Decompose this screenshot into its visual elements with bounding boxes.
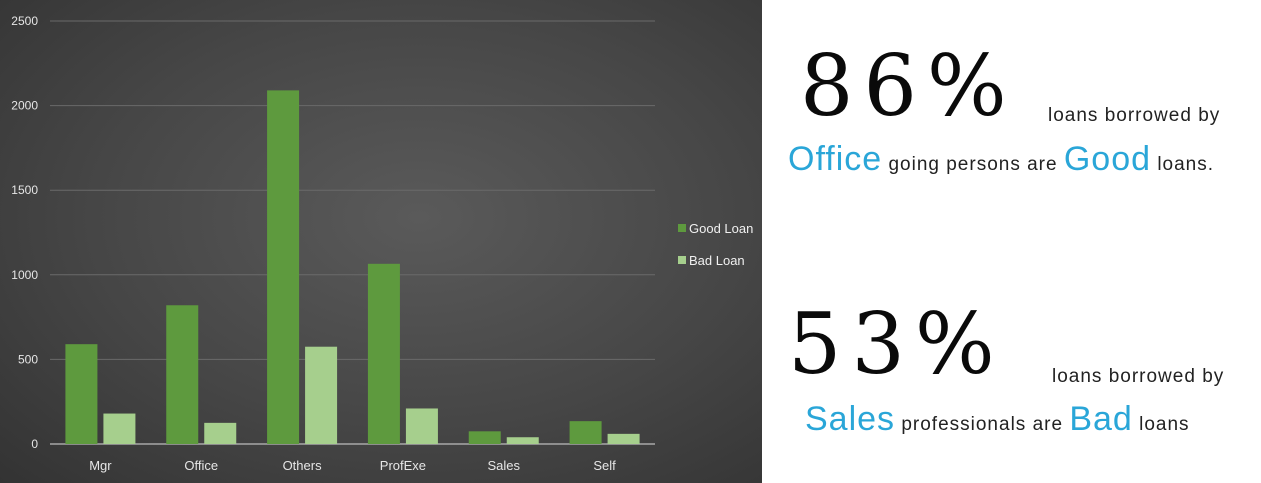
legend-swatch [678, 224, 686, 232]
bar-good-loan [267, 90, 300, 444]
y-tick-label: 500 [18, 352, 38, 366]
stat-sentence-part: professionals are [895, 414, 1070, 435]
stat-tail-text: loans borrowed by [1052, 366, 1225, 387]
bar-good-loan [569, 421, 602, 444]
stat-sentence-part: loans. [1151, 154, 1215, 175]
stat-percent: 53% [788, 295, 1005, 393]
x-tick-label: Others [283, 458, 323, 473]
stat-sentence: Sales professionals are Bad loans [805, 400, 1190, 439]
legend-label: Bad Loan [689, 253, 745, 268]
stat-tail-text: loans borrowed by [1048, 105, 1221, 126]
bar-bad-loan [607, 433, 640, 444]
stat-sentence-part: loans [1132, 414, 1190, 435]
stat-sentence-part: Bad [1069, 400, 1133, 438]
x-tick-label: Sales [487, 458, 520, 473]
stat-percent: 86% [800, 37, 1017, 135]
x-tick-label: Self [593, 458, 616, 473]
bar-good-loan [468, 431, 501, 444]
x-tick-label: Office [184, 458, 218, 473]
x-tick-label: Mgr [89, 458, 112, 473]
stat-sentence-part: Good [1063, 140, 1152, 178]
legend-label: Good Loan [689, 221, 753, 236]
y-tick-label: 2000 [11, 99, 38, 113]
stat-sentence-part: Sales [805, 400, 896, 438]
y-tick-label: 1500 [11, 183, 38, 197]
y-tick-label: 1000 [11, 268, 38, 282]
x-tick-label: ProfExe [380, 458, 426, 473]
bar-bad-loan [506, 437, 539, 444]
y-tick-label: 0 [31, 437, 38, 451]
y-tick-label: 2500 [11, 14, 38, 28]
bar-bad-loan [405, 408, 438, 444]
bar-bad-loan [103, 413, 136, 444]
chart-panel: 0 500 1000 1500 2000 2500 Mgr Office Others ProfE… [0, 0, 762, 483]
stat-sentence-part: going persons are [882, 154, 1064, 175]
bar-bad-loan [305, 346, 338, 444]
stat-sentence: Office going persons are Good loans. [788, 140, 1214, 179]
bar-good-loan [166, 305, 199, 444]
bar-good-loan [367, 263, 400, 444]
bar-bad-loan [204, 422, 237, 444]
bar-chart: 0 500 1000 1500 2000 2500 Mgr Office Others ProfE… [11, 14, 753, 473]
stat-sentence-part: Office [788, 140, 883, 178]
legend-swatch [678, 256, 686, 264]
bar-good-loan [65, 344, 98, 444]
